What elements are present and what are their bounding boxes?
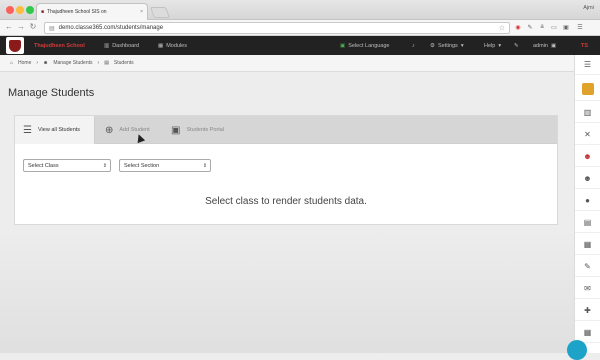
user-initials-avatar[interactable]: TS <box>581 36 588 55</box>
rail-school-crest-icon[interactable] <box>575 77 600 101</box>
help-menu[interactable]: Help ▾ <box>484 36 501 55</box>
list-icon: ☰ <box>23 124 32 136</box>
breadcrumb-separator: › <box>97 60 100 66</box>
select-class-value: Select Class <box>28 162 59 169</box>
rail-edit-icon[interactable]: ✎ <box>575 257 600 277</box>
language-selector[interactable]: ▣ Select Language <box>340 36 390 55</box>
menu-icon[interactable]: ☰ <box>576 24 584 31</box>
rail-document-icon[interactable]: ▤ <box>575 213 600 233</box>
students-panel: ☰ View all Students ⊕ Add Student ▣ Stud… <box>14 115 558 225</box>
tab-view-all-label: View all Students <box>37 127 81 133</box>
empty-state-message: Select class to render students data. <box>205 196 367 207</box>
notifications-button[interactable]: ♪ <box>412 36 415 55</box>
school-logo[interactable] <box>6 37 24 54</box>
user-menu[interactable]: admin ▣ <box>533 36 556 55</box>
favicon-icon: ■ <box>41 9 45 15</box>
profile-name[interactable]: Ajmi <box>583 5 594 11</box>
rail-user-icon[interactable]: ● <box>575 191 600 211</box>
bookmark-star-icon[interactable]: ☆ <box>499 24 505 32</box>
nav-dashboard-label: Dashboard <box>112 42 140 49</box>
school-name[interactable]: Thajudheen School <box>34 36 85 55</box>
user-label: admin <box>533 42 548 49</box>
address-bar[interactable]: ▤ demo.classe365.com/students/manage ☆ <box>44 22 510 34</box>
browser-toolbar: ← → ↻ ▤ demo.classe365.com/students/mana… <box>0 20 600 36</box>
wrench-icon: ✎ <box>514 42 519 49</box>
select-section-value: Select Section <box>124 162 160 169</box>
right-sidebar: ☰ ▥ ✕ ☻ ☻ ● ▤ ▦ ✎ ✉ ✚ ▦ <box>574 55 600 353</box>
rail-add-icon[interactable]: ✚ <box>575 301 600 321</box>
lock-icon: ▣ <box>171 124 181 136</box>
breadcrumb: ⌂ Home › ☻ Manage Students › ▤ Students <box>0 55 574 72</box>
opera-extension-icon[interactable]: ◉ <box>514 24 522 31</box>
browser-tab-strip: ■ Thajudheen School SIS on × Ajmi <box>0 0 600 20</box>
rail-clipboard-icon[interactable]: ▦ <box>575 235 600 255</box>
page-title: Manage Students <box>8 87 95 99</box>
plus-circle-icon: ⊕ <box>105 124 114 136</box>
back-icon[interactable]: ← <box>4 22 14 31</box>
tab-portal-label: Students Portal <box>186 127 225 133</box>
updown-arrow-icon: ⇕ <box>102 162 107 169</box>
rail-tools-icon[interactable]: ✕ <box>575 125 600 145</box>
url-text: demo.classe365.com/students/manage <box>58 25 164 31</box>
home-icon: ⌂ <box>10 60 14 66</box>
bell-icon: ♪ <box>412 42 415 49</box>
bar-chart-icon: ▥ <box>104 42 110 49</box>
breadcrumb-home[interactable]: Home <box>18 60 31 66</box>
reload-icon[interactable]: ↻ <box>28 22 38 31</box>
help-label: Help <box>484 42 496 49</box>
lock-icon: ▣ <box>550 42 557 49</box>
nav-modules-label: Modules <box>166 42 187 49</box>
rail-people-icon[interactable]: ☻ <box>575 169 600 189</box>
new-tab-button[interactable] <box>149 7 171 18</box>
tools-button[interactable]: ✎ <box>514 36 519 55</box>
select-section-dropdown[interactable]: Select Section ⇕ <box>119 159 211 172</box>
extension-icon[interactable]: ✎ <box>526 24 534 31</box>
settings-label: Settings <box>437 42 458 49</box>
language-label: Select Language <box>348 42 390 49</box>
breadcrumb-separator: › <box>36 60 39 66</box>
tab-students-portal[interactable]: ▣ Students Portal <box>163 116 243 144</box>
chevron-down-icon: ▾ <box>498 42 502 49</box>
rail-reports-icon[interactable]: ▥ <box>575 103 600 123</box>
breadcrumb-manage-students[interactable]: Manage Students <box>53 60 92 66</box>
rail-mail-icon[interactable]: ✉ <box>575 279 600 299</box>
settings-menu[interactable]: ⚙ Settings ▾ <box>430 36 464 55</box>
minimize-window-button[interactable] <box>16 6 24 14</box>
browser-tab[interactable]: ■ Thajudheen School SIS on × <box>36 3 148 20</box>
nav-dashboard[interactable]: ▥ Dashboard <box>104 36 139 55</box>
users-icon: ☻ <box>43 60 49 66</box>
google-translate-icon: ▣ <box>340 42 346 49</box>
students-tabs: ☰ View all Students ⊕ Add Student ▣ Stud… <box>15 116 557 144</box>
grid-icon: ▦ <box>158 42 164 49</box>
app-navbar: Thajudheen School ▥ Dashboard ▦ Modules … <box>0 36 600 55</box>
close-window-button[interactable] <box>6 6 14 14</box>
chat-fab-button[interactable] <box>567 340 587 360</box>
chevron-down-icon: ▾ <box>460 42 464 49</box>
tab-add-student[interactable]: ⊕ Add Student <box>97 116 163 144</box>
updown-arrow-icon: ⇕ <box>202 162 207 169</box>
breadcrumb-students: Students <box>113 60 134 66</box>
forward-icon[interactable]: → <box>16 22 26 31</box>
table-icon: ▤ <box>104 60 109 66</box>
amazon-extension-icon[interactable]: a <box>538 24 546 30</box>
select-class-dropdown[interactable]: Select Class ⇕ <box>23 159 111 172</box>
tab-add-label: Add Student <box>119 127 150 133</box>
rail-students-icon[interactable]: ☻ <box>575 147 600 167</box>
gear-icon: ⚙ <box>430 42 435 49</box>
nav-modules[interactable]: ▦ Modules <box>158 36 187 55</box>
screen-extension-icon[interactable]: ▭ <box>550 24 558 31</box>
cast-extension-icon[interactable]: ▣ <box>562 24 570 31</box>
rail-menu-icon[interactable]: ☰ <box>575 55 600 75</box>
page-icon: ▤ <box>49 25 55 32</box>
maximize-window-button[interactable] <box>26 6 34 14</box>
close-tab-icon[interactable]: × <box>140 9 143 15</box>
tab-view-all-students[interactable]: ☰ View all Students <box>15 116 95 144</box>
browser-tab-title: Thajudheen School SIS on <box>47 9 107 15</box>
bottom-shadow <box>0 230 574 353</box>
